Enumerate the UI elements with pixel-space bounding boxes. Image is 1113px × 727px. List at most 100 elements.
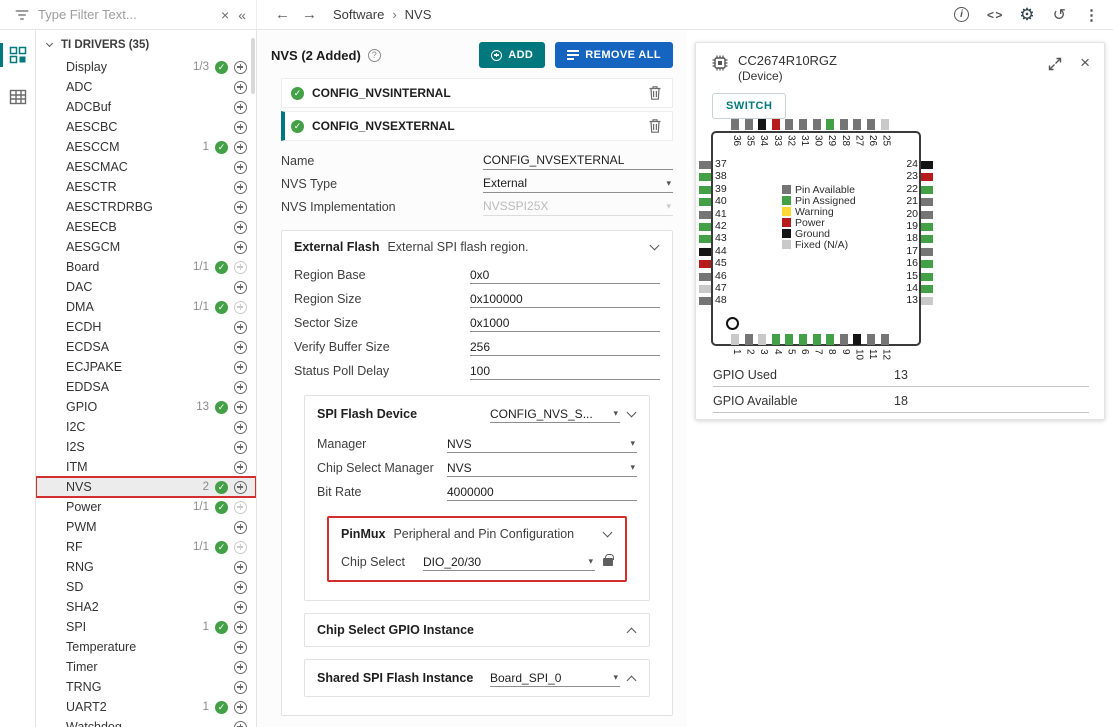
sidebar-scrollbar[interactable] xyxy=(251,38,255,94)
pin-48-mark[interactable] xyxy=(699,297,711,305)
pin-26-mark[interactable] xyxy=(867,119,875,130)
shared-spi-select[interactable]: Board_SPI_0 ▾ xyxy=(490,669,620,687)
sidebar-item-aesgcm[interactable]: AESGCM xyxy=(36,237,256,257)
add-instance-icon[interactable] xyxy=(234,61,247,74)
add-instance-icon[interactable] xyxy=(234,561,247,574)
bit-rate-input[interactable]: 4000000 xyxy=(447,483,637,501)
chip-select-select[interactable]: DIO_20/30▾ xyxy=(423,553,595,571)
pin-45-mark[interactable] xyxy=(699,260,711,268)
pin-18-mark[interactable] xyxy=(921,235,933,243)
add-instance-icon[interactable] xyxy=(234,641,247,654)
add-instance-icon[interactable] xyxy=(234,161,247,174)
add-instance-icon[interactable] xyxy=(234,421,247,434)
add-instance-icon[interactable] xyxy=(234,141,247,154)
info-icon[interactable]: i xyxy=(954,7,969,22)
sidebar-item-eddsa[interactable]: EDDSA xyxy=(36,377,256,397)
sidebar-item-timer[interactable]: Timer xyxy=(36,657,256,677)
pin-32-mark[interactable] xyxy=(785,119,793,130)
pin-33-mark[interactable] xyxy=(772,119,780,130)
code-view-icon[interactable]: < > xyxy=(987,8,1001,22)
ti-drivers-group-header[interactable]: TI DRIVERS (35) xyxy=(36,30,256,57)
add-instance-icon[interactable] xyxy=(234,241,247,254)
pin-44-mark[interactable] xyxy=(699,248,711,256)
shared-spi-header[interactable]: Shared SPI Flash Instance Board_SPI_0 ▾ xyxy=(305,660,649,696)
pin-35-mark[interactable] xyxy=(745,119,753,130)
remove-all-button[interactable]: REMOVE ALL xyxy=(555,42,673,68)
name-input[interactable]: CONFIG_NVSEXTERNAL xyxy=(483,152,673,170)
chip-select-manager-select[interactable]: NVS▾ xyxy=(447,459,637,477)
chevron-up-icon[interactable] xyxy=(627,675,637,685)
sidebar-item-aescbc[interactable]: AESCBC xyxy=(36,117,256,137)
add-instance-icon[interactable] xyxy=(234,321,247,334)
verify-buffer-size-input[interactable]: 256 xyxy=(470,338,660,356)
pin-25-mark[interactable] xyxy=(881,119,889,130)
filter-input[interactable] xyxy=(38,7,212,22)
chevron-down-icon[interactable] xyxy=(627,408,637,418)
delete-instance-icon[interactable] xyxy=(648,85,662,101)
pin-43-mark[interactable] xyxy=(699,235,711,243)
add-instance-icon[interactable] xyxy=(234,441,247,454)
sidebar-item-spi[interactable]: SPI1✓ xyxy=(36,617,256,637)
pin-21-mark[interactable] xyxy=(921,198,933,206)
pin-6-mark[interactable] xyxy=(799,334,807,345)
sidebar-item-itm[interactable]: ITM xyxy=(36,457,256,477)
add-instance-icon[interactable] xyxy=(234,721,247,727)
sidebar-item-dac[interactable]: DAC xyxy=(36,277,256,297)
chevron-down-icon[interactable] xyxy=(650,241,660,251)
add-instance-icon[interactable] xyxy=(234,201,247,214)
pin-5-mark[interactable] xyxy=(785,334,793,345)
add-instance-icon[interactable] xyxy=(234,341,247,354)
sidebar-item-aescmac[interactable]: AESCMAC xyxy=(36,157,256,177)
pin-16-mark[interactable] xyxy=(921,260,933,268)
sidebar-item-i2s[interactable]: I2S xyxy=(36,437,256,457)
pin-42-mark[interactable] xyxy=(699,223,711,231)
add-instance-icon[interactable] xyxy=(234,601,247,614)
sidebar-item-power[interactable]: Power1/1✓ xyxy=(36,497,256,517)
chip-select-gpio-header[interactable]: Chip Select GPIO Instance xyxy=(305,614,649,646)
sidebar-item-adcbuf[interactable]: ADCBuf xyxy=(36,97,256,117)
pin-34-mark[interactable] xyxy=(758,119,766,130)
sidebar-item-board[interactable]: Board1/1✓ xyxy=(36,257,256,277)
sidebar-item-temperature[interactable]: Temperature xyxy=(36,637,256,657)
sidebar-item-sha2[interactable]: SHA2 xyxy=(36,597,256,617)
pin-4-mark[interactable] xyxy=(772,334,780,345)
memory-view-icon[interactable] xyxy=(0,80,35,114)
add-instance-icon[interactable] xyxy=(234,221,247,234)
nvs-type-select[interactable]: External▾ xyxy=(483,175,673,193)
sidebar-item-display[interactable]: Display1/3✓ xyxy=(36,57,256,77)
add-instance-icon[interactable] xyxy=(234,361,247,374)
instance-row-config-nvsinternal[interactable]: ✓CONFIG_NVSINTERNAL xyxy=(281,78,673,108)
pin-39-mark[interactable] xyxy=(699,186,711,194)
pinmux-header[interactable]: PinMux Peripheral and Pin Configuration xyxy=(329,518,625,550)
sidebar-item-i2c[interactable]: I2C xyxy=(36,417,256,437)
sidebar-item-aesctr[interactable]: AESCTR xyxy=(36,177,256,197)
add-instance-icon[interactable] xyxy=(234,121,247,134)
pin-24-mark[interactable] xyxy=(921,161,933,169)
pin-1-mark[interactable] xyxy=(731,334,739,345)
pin-11-mark[interactable] xyxy=(867,334,875,345)
sidebar-item-ecdh[interactable]: ECDH xyxy=(36,317,256,337)
pin-10-mark[interactable] xyxy=(853,334,861,345)
add-instance-icon[interactable] xyxy=(234,181,247,194)
pin-19-mark[interactable] xyxy=(921,223,933,231)
delete-instance-icon[interactable] xyxy=(648,118,662,134)
forward-icon[interactable]: → xyxy=(302,6,317,23)
add-instance-icon[interactable] xyxy=(234,481,247,494)
add-instance-icon[interactable] xyxy=(234,81,247,94)
pin-23-mark[interactable] xyxy=(921,173,933,181)
breadcrumb-software[interactable]: Software xyxy=(333,7,384,22)
chevron-down-icon[interactable] xyxy=(603,528,613,538)
pin-9-mark[interactable] xyxy=(840,334,848,345)
sidebar-item-adc[interactable]: ADC xyxy=(36,77,256,97)
external-flash-header[interactable]: External Flash External SPI flash region… xyxy=(282,231,672,263)
pin-8-mark[interactable] xyxy=(826,334,834,345)
sidebar-item-rng[interactable]: RNG xyxy=(36,557,256,577)
settings-gear-icon[interactable]: ⚙ xyxy=(1019,5,1034,25)
pin-36-mark[interactable] xyxy=(731,119,739,130)
pin-17-mark[interactable] xyxy=(921,248,933,256)
pin-37-mark[interactable] xyxy=(699,161,711,169)
pin-2-mark[interactable] xyxy=(745,334,753,345)
pin-41-mark[interactable] xyxy=(699,211,711,219)
add-instance-icon[interactable] xyxy=(234,681,247,694)
sidebar-item-rf[interactable]: RF1/1✓ xyxy=(36,537,256,557)
